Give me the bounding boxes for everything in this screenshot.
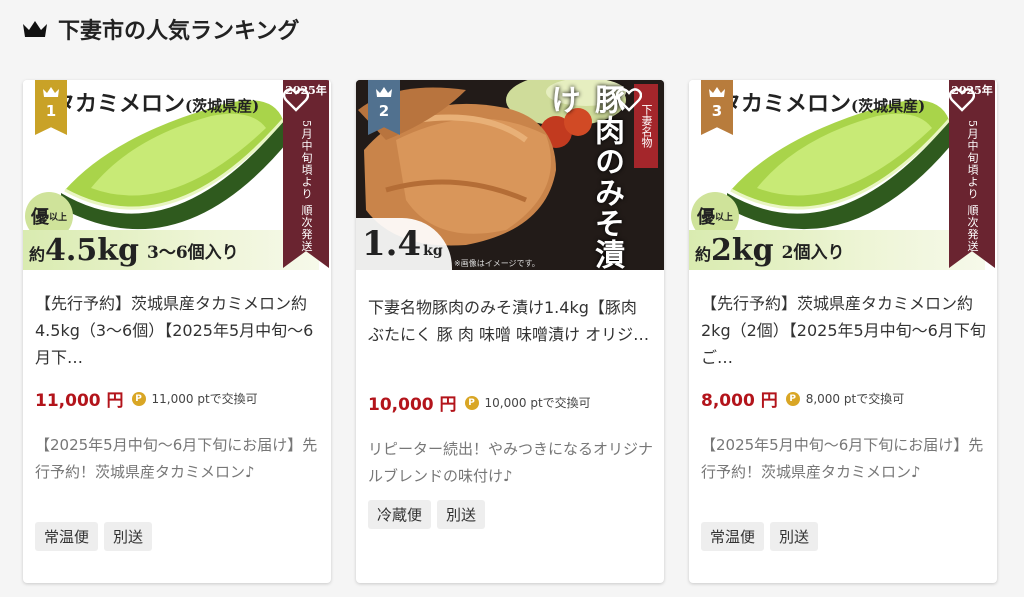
- rank-badge: 3: [701, 80, 733, 135]
- product-title[interactable]: 【先行予約】茨城県産タカミメロン約4.5kg（3～6個）【2025年5月中旬～6…: [35, 290, 323, 371]
- image-headline: タカミメロン(茨城県産): [53, 91, 260, 117]
- tag-separate: 別送: [104, 522, 153, 551]
- tag-delivery: 常温便: [35, 522, 99, 551]
- product-description: リピーター続出！やみつきになるオリジナルブレンドの味付け♪: [368, 440, 654, 485]
- product-description: 【2025年5月中旬～6月下旬にお届け】先行予約！茨城県産タカミメロン♪: [701, 436, 984, 481]
- rank-crown-icon: [709, 87, 725, 97]
- tag-delivery: 常温便: [701, 522, 765, 551]
- tag-separate: 別送: [437, 500, 486, 529]
- ranking-list: タカミメロン(茨城県産) 優以上 約4.5kg 3～6個入り 2025年 5月中…: [22, 80, 1002, 583]
- rank-crown-icon: [43, 87, 59, 97]
- product-card-3[interactable]: タカミメロン(茨城県産) 優以上 約2kg 2個入り 2025年 5月中旬頃より…: [689, 80, 997, 583]
- price-row: 8,000 円 P 8,000 ptで交換可: [701, 386, 904, 411]
- heart-icon[interactable]: [949, 88, 975, 112]
- points-icon: P: [785, 391, 800, 406]
- image-note: ※画像はイメージです。: [454, 259, 540, 268]
- product-price: 10,000 円: [368, 395, 457, 415]
- tag-separate: 別送: [770, 522, 819, 551]
- image-headline: タカミメロン(茨城県産): [719, 91, 926, 117]
- heart-icon[interactable]: [283, 88, 309, 112]
- points-text: 10,000 ptで交換可: [484, 396, 591, 410]
- points-text: 11,000 ptで交換可: [151, 392, 258, 406]
- heart-icon[interactable]: [616, 88, 642, 112]
- rank-badge: 1: [35, 80, 67, 135]
- ranking-page: 下妻市の人気ランキング タカミメロン(茨城県産) 優以上 約4.5kg 3～6個…: [0, 0, 1024, 597]
- points-text: 8,000 ptで交換可: [805, 392, 905, 406]
- product-card-1[interactable]: タカミメロン(茨城県産) 優以上 約4.5kg 3～6個入り 2025年 5月中…: [23, 80, 331, 583]
- weight-banner: 約2kg 2個入り: [689, 230, 985, 270]
- points-icon: P: [131, 391, 146, 406]
- melon-illustration: [727, 100, 957, 230]
- section-title: 下妻市の人気ランキング: [58, 19, 300, 44]
- product-price: 11,000 円: [35, 391, 124, 411]
- rank-badge: 2: [368, 80, 400, 135]
- product-image[interactable]: タカミメロン(茨城県産) 優以上 約4.5kg 3～6個入り 2025年 5月中…: [23, 80, 331, 270]
- price-row: 11,000 円 P 11,000 ptで交換可: [35, 386, 258, 411]
- image-headline: 豚肉のみそ漬け: [545, 84, 624, 270]
- product-title[interactable]: 【先行予約】茨城県産タカミメロン約2kg（2個）【2025年5月中旬～6月下旬ご…: [701, 290, 989, 371]
- weight-banner: 約4.5kg 3～6個入り: [23, 230, 319, 270]
- tag-list: 常温便 別送: [35, 522, 153, 551]
- tag-delivery: 冷蔵便: [368, 500, 432, 529]
- product-card-2[interactable]: 豚肉のみそ漬け 下妻名物 1.4 kg ※画像はイメージです。 2 下妻名物豚肉の…: [356, 80, 664, 583]
- tag-list: 冷蔵便 別送: [368, 500, 486, 529]
- tag-list: 常温便 別送: [701, 522, 819, 551]
- melon-illustration: [61, 100, 291, 230]
- product-image[interactable]: タカミメロン(茨城県産) 優以上 約2kg 2個入り 2025年 5月中旬頃より…: [689, 80, 997, 270]
- product-image[interactable]: 豚肉のみそ漬け 下妻名物 1.4 kg ※画像はイメージです。 2: [356, 80, 664, 270]
- rank-crown-icon: [376, 87, 392, 97]
- section-heading: 下妻市の人気ランキング: [22, 12, 299, 46]
- crown-icon: [23, 21, 47, 37]
- product-title[interactable]: 下妻名物豚肉のみそ漬け1.4kg【豚肉 ぶたにく 豚 肉 味噌 味噌漬け オリジ…: [368, 294, 656, 348]
- product-description: 【2025年5月中旬～6月下旬にお届け】先行予約！茨城県産タカミメロン♪: [35, 436, 318, 481]
- price-row: 10,000 円 P 10,000 ptで交換可: [368, 390, 591, 415]
- points-icon: P: [464, 395, 479, 410]
- product-price: 8,000 円: [701, 391, 778, 411]
